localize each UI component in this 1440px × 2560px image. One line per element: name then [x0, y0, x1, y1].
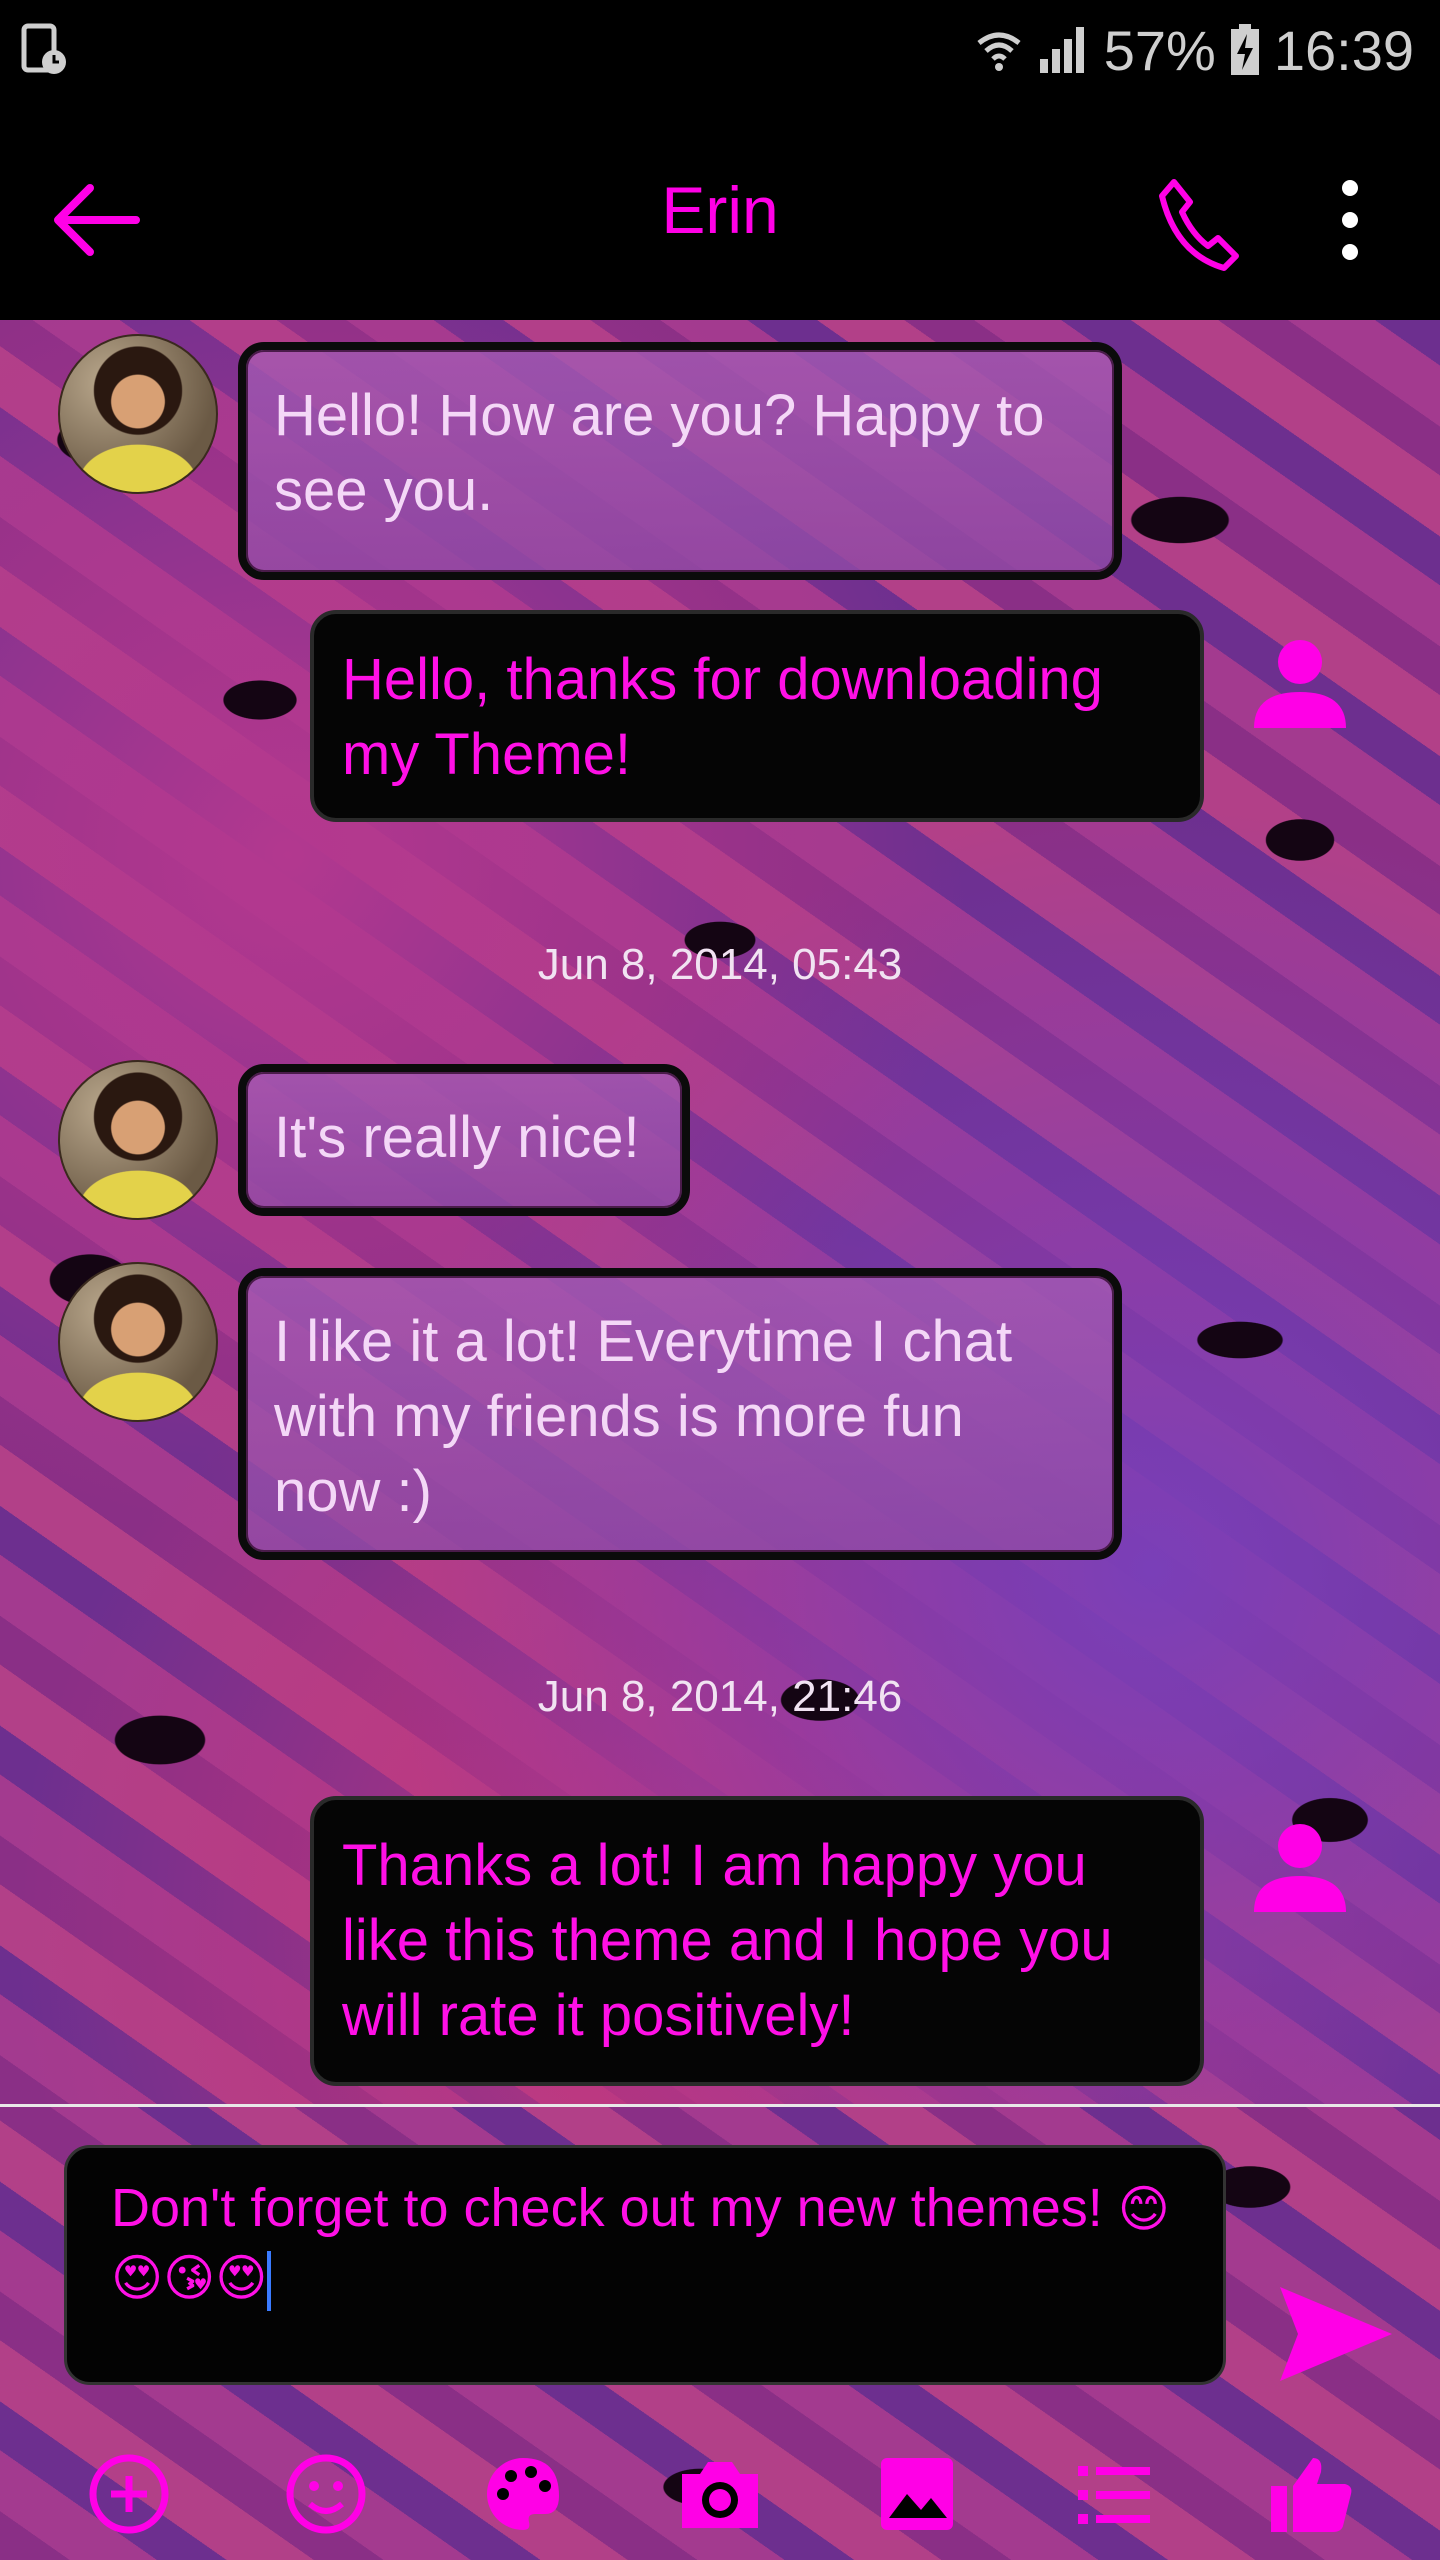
message-input[interactable]: Don't forget to check out my new themes!…	[64, 2145, 1226, 2385]
status-bar: 57% 16:39	[0, 0, 1440, 100]
clock: 16:39	[1273, 18, 1414, 82]
contact-avatar[interactable]	[58, 1060, 218, 1220]
phone-call-icon[interactable]	[1146, 168, 1246, 278]
more-options-icon[interactable]	[1320, 170, 1380, 270]
incoming-message-bubble[interactable]: It's really nice!	[238, 1064, 690, 1216]
list-icon[interactable]	[1069, 2449, 1159, 2539]
message-text: I like it a lot! Everytime I chat with m…	[274, 1309, 1013, 1524]
outgoing-message-bubble[interactable]: Thanks a lot! I am happy you like this t…	[310, 1796, 1204, 2086]
message-text: Hello, thanks for downloading my Theme!	[342, 647, 1103, 787]
heart-eyes-emoji: 😍	[215, 2250, 268, 2306]
battery-charging-icon	[1230, 24, 1259, 75]
date-separator: Jun 8, 2014, 21:46	[537, 1672, 903, 1721]
person-icon	[1254, 1824, 1346, 1912]
contact-avatar[interactable]	[58, 1262, 218, 1422]
camera-icon[interactable]	[675, 2449, 765, 2539]
palette-icon[interactable]	[478, 2449, 568, 2539]
thumbs-up-icon[interactable]	[1266, 2449, 1356, 2539]
send-icon[interactable]	[1276, 2279, 1396, 2389]
battery-percent: 57%	[1103, 18, 1216, 82]
message-input-text: Don't forget to check out my new themes!	[111, 2178, 1103, 2238]
conversation-list[interactable]: Hello! How are you? Happy to see you. He…	[0, 320, 1440, 2104]
emoji-icon[interactable]	[281, 2449, 371, 2539]
message-text: Hello! How are you? Happy to see you.	[274, 383, 1045, 523]
date-separator: Jun 8, 2014, 05:43	[537, 940, 903, 989]
image-icon[interactable]	[872, 2449, 962, 2539]
message-text: Thanks a lot! I am happy you like this t…	[342, 1833, 1113, 2048]
contact-avatar[interactable]	[58, 334, 218, 494]
person-icon	[1254, 640, 1346, 728]
smiling-emoji: 😊	[1117, 2181, 1170, 2237]
kissing-emoji: 😘	[163, 2250, 216, 2306]
compose-toolbar	[0, 2427, 1440, 2560]
outgoing-message-bubble[interactable]: Hello, thanks for downloading my Theme!	[310, 610, 1204, 822]
signal-icon	[1039, 27, 1084, 73]
wifi-icon	[977, 32, 1021, 71]
device-status-icon	[21, 23, 66, 74]
incoming-message-bubble[interactable]: I like it a lot! Everytime I chat with m…	[238, 1268, 1122, 1560]
app-bar: Erin	[0, 100, 1440, 320]
heart-eyes-emoji: 😍	[111, 2250, 164, 2306]
compose-area: Don't forget to check out my new themes!…	[0, 2107, 1440, 2560]
message-text: It's really nice!	[274, 1105, 640, 1170]
add-icon[interactable]	[84, 2449, 174, 2539]
incoming-message-bubble[interactable]: Hello! How are you? Happy to see you.	[238, 342, 1122, 580]
text-cursor	[267, 2250, 272, 2311]
